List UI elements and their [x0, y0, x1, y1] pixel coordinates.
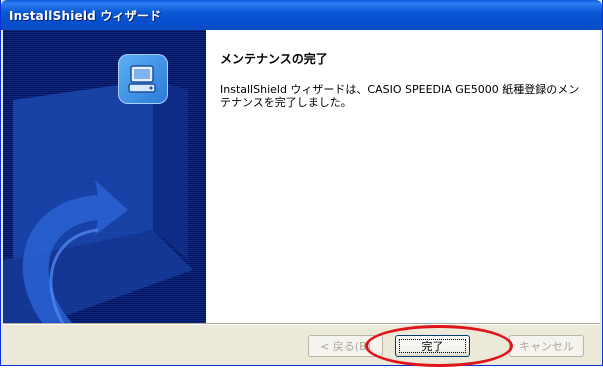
back-button[interactable]: < 戻る(B) [308, 335, 383, 357]
title-bar[interactable]: InstallShield ウィザード [1, 0, 602, 30]
wizard-client-area: メンテナンスの完了 InstallShield ウィザードは、CASIO SPE… [3, 30, 600, 324]
button-bar: < 戻る(B) 完了 キャンセル [3, 323, 600, 365]
separator-line [3, 323, 600, 324]
finish-button[interactable]: 完了 [395, 335, 470, 357]
back-button-label: < 戻る(B) [320, 340, 371, 353]
computer-setup-icon [118, 54, 168, 104]
wizard-content: メンテナンスの完了 InstallShield ウィザードは、CASIO SPE… [220, 50, 590, 109]
banner-artwork [3, 30, 206, 324]
wizard-banner-image [3, 30, 206, 324]
cancel-button-label: キャンセル [519, 340, 574, 353]
cancel-button[interactable]: キャンセル [509, 335, 584, 357]
installshield-wizard-window: InstallShield ウィザード メンテナンスの完了 InstallShi… [0, 0, 603, 366]
focus-rectangle [399, 339, 466, 353]
completion-message: InstallShield ウィザードは、CASIO SPEEDIA GE500… [220, 83, 580, 109]
page-heading: メンテナンスの完了 [220, 52, 328, 66]
window-title: InstallShield ウィザード [9, 9, 162, 23]
